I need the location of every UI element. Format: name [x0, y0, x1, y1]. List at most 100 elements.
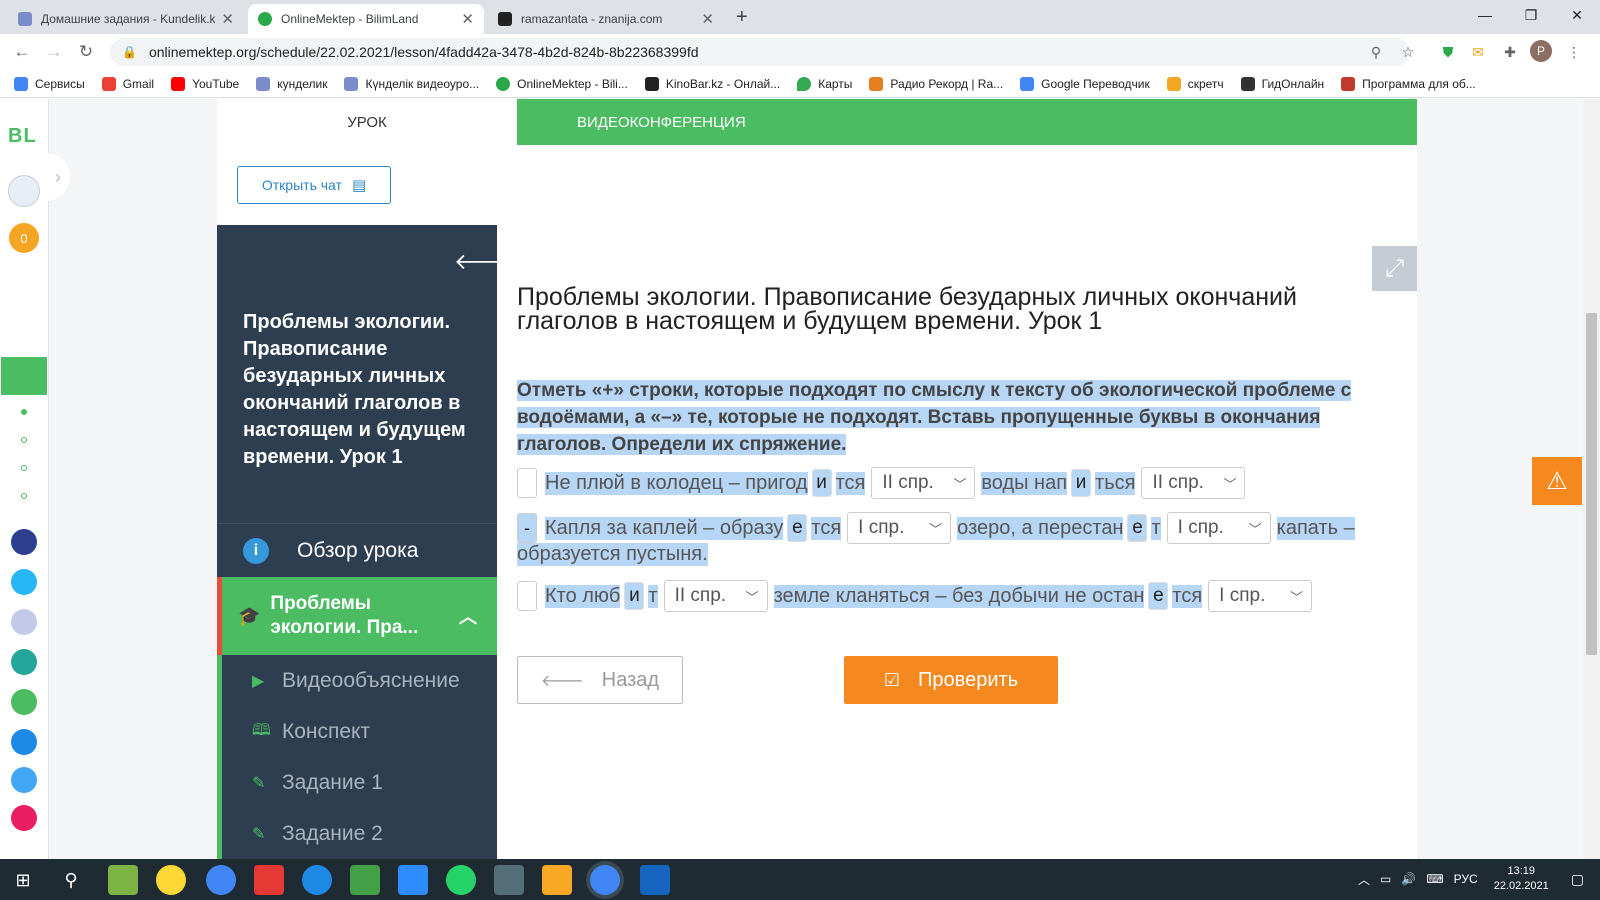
forward-nav-icon[interactable]: → [40, 40, 68, 64]
browser-menu-icon[interactable]: ⋮ [1562, 40, 1586, 64]
bookmark-item[interactable]: Күнделік видеоуро... [344, 76, 479, 91]
edge-icon[interactable] [302, 865, 332, 895]
catalog-icon[interactable] [11, 609, 37, 635]
twig-icon[interactable] [11, 805, 37, 831]
bilimland-app-icon[interactable] [11, 689, 37, 715]
conjugation-select[interactable]: I спр. ﹀ [1208, 580, 1313, 612]
app-camera-icon[interactable] [254, 865, 284, 895]
conjugation-select[interactable]: I спр. ﹀ [847, 512, 952, 544]
bilim-app-icon[interactable] [11, 649, 37, 675]
page-scrollbar[interactable] [1583, 99, 1600, 859]
help-icon[interactable] [11, 569, 37, 595]
volume-icon[interactable]: 🔊 [1401, 872, 1416, 886]
browser-tab-active[interactable]: OnlineMektep - BilimLand ✕ [248, 4, 484, 34]
points-badge[interactable]: 0 [9, 223, 39, 253]
rail-expand-chevron-icon[interactable]: › [46, 153, 70, 201]
file-explorer-icon[interactable] [542, 865, 572, 895]
bookmark-item[interactable]: кунделик [256, 76, 327, 91]
letter-input[interactable]: и [624, 582, 645, 610]
rail-dot[interactable] [21, 409, 27, 415]
rail-active-app-icon[interactable] [1, 357, 47, 395]
minimize-icon[interactable]: — [1462, 0, 1508, 30]
user-avatar[interactable] [8, 175, 40, 207]
bookmark-item[interactable]: Gmail [101, 76, 154, 91]
back-button[interactable]: 🡐 Назад [517, 656, 683, 704]
app-warning-icon[interactable] [156, 865, 186, 895]
bookmark-item[interactable]: Программа для об... [1341, 76, 1476, 91]
clock[interactable]: 13:19 22.02.2021 [1494, 864, 1549, 894]
sidebar-item-task-2[interactable]: ✎ Задание 2 [217, 808, 497, 859]
tray-chevron-icon[interactable]: ︿ [1358, 871, 1370, 888]
tab-lesson[interactable]: УРОК [217, 99, 517, 145]
sidebar-item-summary[interactable]: 🕮 Конспект [217, 706, 497, 758]
sidebar-item-active-section[interactable]: 🎓 Проблемы экологии. Пра... ︿ [217, 577, 497, 655]
chevron-up-icon[interactable]: ︿ [459, 603, 477, 629]
app-frog-icon[interactable] [108, 865, 138, 895]
smart-nation-icon[interactable] [11, 529, 37, 555]
letter-input[interactable]: и [1071, 469, 1092, 497]
sidebar-item-overview[interactable]: i Обзор урока [217, 523, 497, 577]
bookmark-item[interactable]: KinoBar.kz - Онлай... [644, 76, 780, 91]
tab-close-icon[interactable]: ✕ [461, 10, 474, 28]
letter-input[interactable]: е [1127, 514, 1148, 542]
new-tab-icon[interactable]: + [736, 6, 748, 29]
tab-videoconference[interactable]: ВИДЕОКОНФЕРЕНЦИЯ [517, 99, 1417, 145]
bookmark-item[interactable]: ГидОнлайн [1240, 76, 1324, 91]
calculator-icon[interactable] [494, 865, 524, 895]
extension-shield-icon[interactable]: ⛊ [1436, 40, 1460, 64]
sidebar-item-video-explanation[interactable]: ▶ Видеообъяснение [217, 655, 497, 707]
zoom-icon[interactable]: ⚲ [1364, 40, 1388, 64]
browser-tab[interactable]: ramazantata - znanija.com ✕ [488, 4, 724, 34]
sidebar-item-task-1[interactable]: ✎ Задание 1 [217, 757, 497, 809]
chrome-icon[interactable] [206, 865, 236, 895]
bookmark-item[interactable]: YouTube [171, 76, 239, 91]
chrome-active-icon[interactable] [590, 865, 620, 895]
letter-input[interactable]: е [1148, 582, 1169, 610]
check-button[interactable]: ☑ Проверить [844, 656, 1058, 704]
conjugation-select[interactable]: II спр. ﹀ [663, 580, 768, 612]
word-icon[interactable] [640, 865, 670, 895]
line-mark-box[interactable] [517, 468, 537, 498]
tab-close-icon[interactable]: ✕ [701, 10, 714, 28]
keyboard-icon[interactable]: ⌨ [1426, 872, 1443, 886]
report-warning-icon[interactable]: ⚠ [1532, 457, 1582, 505]
checklist-icon[interactable] [11, 767, 37, 793]
bookmark-item[interactable]: скретч [1166, 76, 1224, 91]
extension-mail-icon[interactable]: ✉ [1466, 40, 1490, 64]
bookmark-item[interactable]: Радио Рекорд | Ra... [869, 76, 1003, 91]
tab-close-icon[interactable]: ✕ [221, 10, 234, 28]
browser-tab[interactable]: Домашние задания - Kundelik.k ✕ [8, 4, 244, 34]
language-indicator[interactable]: РУС [1454, 872, 1478, 886]
zoom-app-icon[interactable] [398, 865, 428, 895]
conjugation-select[interactable]: II спр. ﹀ [1141, 467, 1246, 499]
bookmark-item[interactable]: Карты [797, 76, 852, 91]
bilimbook-icon[interactable] [11, 729, 37, 755]
scrollbar-thumb[interactable] [1586, 313, 1597, 655]
extensions-puzzle-icon[interactable]: ✚ [1498, 40, 1522, 64]
line-mark-box[interactable] [517, 581, 537, 611]
conjugation-select[interactable]: II спр. ﹀ [871, 467, 976, 499]
letter-input[interactable]: е [787, 514, 808, 542]
rail-dot[interactable] [21, 493, 27, 499]
reload-icon[interactable]: ↻ [72, 40, 100, 64]
bookmark-item[interactable]: Сервисы [14, 76, 85, 91]
bookmark-item[interactable]: Google Переводчик [1020, 76, 1150, 91]
conjugation-select[interactable]: I спр. ﹀ [1166, 512, 1271, 544]
maximize-icon[interactable]: ❐ [1508, 0, 1554, 30]
rail-dot[interactable] [21, 465, 27, 471]
utorrent-icon[interactable] [350, 865, 380, 895]
bookmark-item[interactable]: OnlineMektep - Bili... [496, 76, 628, 91]
windows-start-icon[interactable]: ⊞ [8, 865, 38, 895]
open-chat-button[interactable]: Открыть чат ▤ [237, 166, 391, 204]
line-mark-box[interactable]: - [517, 513, 537, 543]
fullscreen-expand-icon[interactable]: ⤢ [1372, 246, 1417, 291]
rail-dot[interactable] [21, 437, 27, 443]
notifications-icon[interactable]: ▢ [1571, 871, 1584, 888]
address-bar[interactable]: 🔒 onlinemektep.org/schedule/22.02.2021/l… [110, 38, 1410, 66]
bookmark-star-icon[interactable]: ☆ [1396, 40, 1420, 64]
back-nav-icon[interactable]: ← [8, 40, 36, 64]
profile-avatar[interactable]: P [1530, 40, 1552, 62]
search-icon[interactable]: ⚲ [56, 865, 86, 895]
sidebar-back-arrow-icon[interactable]: 🡐 [454, 249, 513, 275]
network-icon[interactable]: ▭ [1380, 872, 1391, 886]
